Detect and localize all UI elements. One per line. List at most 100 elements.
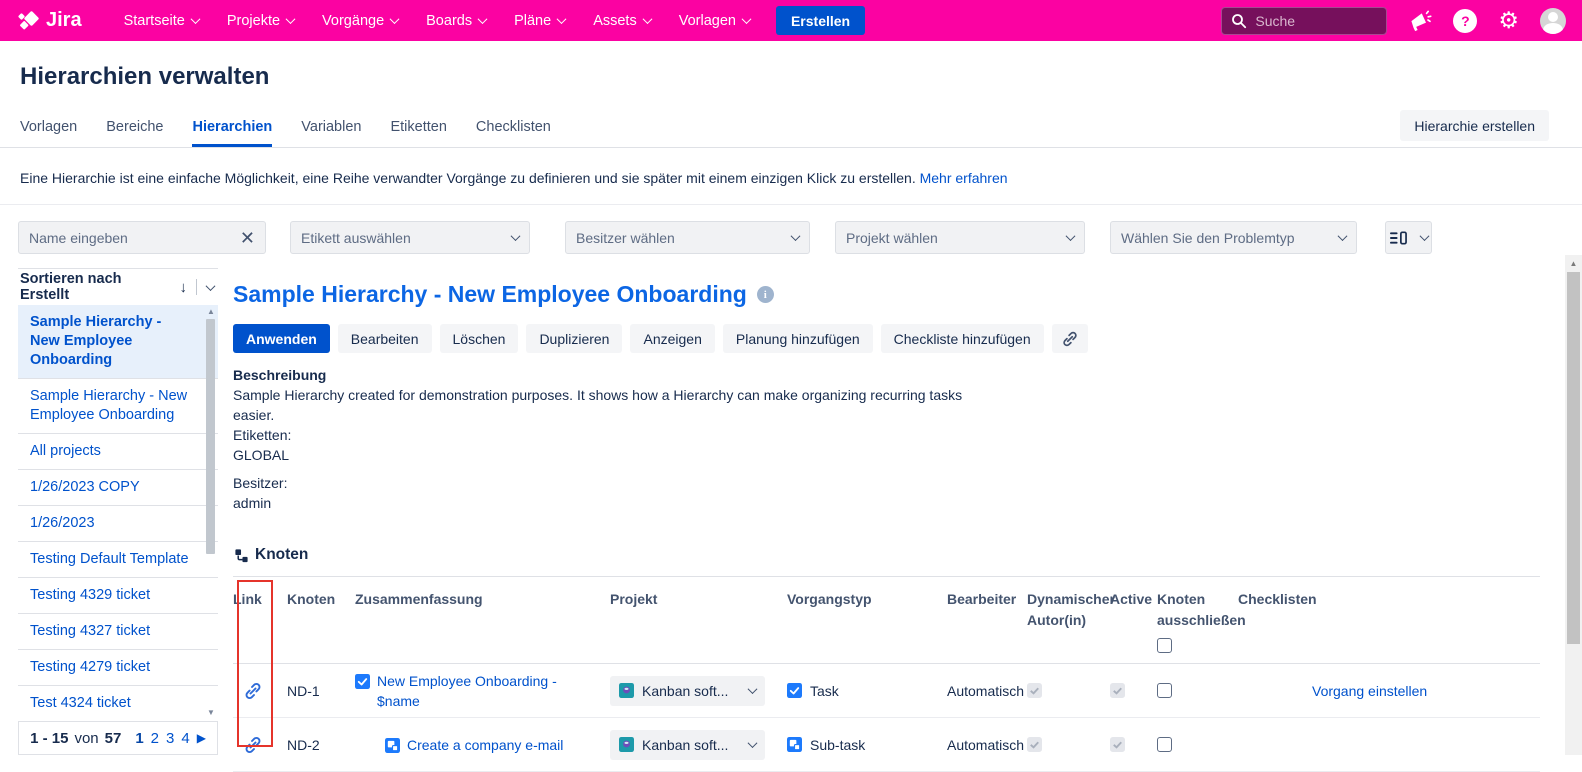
- label-filter-dropdown[interactable]: Etikett auswählen: [290, 221, 530, 254]
- tab-etiketten[interactable]: Etiketten: [390, 119, 446, 147]
- help-icon[interactable]: ?: [1453, 9, 1477, 33]
- assignee-cell: Automatisch: [947, 683, 1027, 699]
- project-select[interactable]: Kanban soft...: [610, 730, 765, 760]
- menu-boards[interactable]: Boards: [426, 13, 486, 29]
- page-4[interactable]: 4: [181, 730, 189, 747]
- scroll-up-icon[interactable]: ▲: [1565, 255, 1582, 268]
- main-menu: Startseite Projekte Vorgänge Boards Plän…: [124, 13, 750, 29]
- description-label: Beschreibung: [233, 365, 993, 385]
- list-item[interactable]: Testing 4329 ticket: [18, 578, 218, 614]
- list-item[interactable]: Testing 4279 ticket: [18, 650, 218, 686]
- list-item[interactable]: Testing 4327 ticket: [18, 614, 218, 650]
- list-item[interactable]: All projects: [18, 434, 218, 470]
- issuetype-label: Sub-task: [810, 737, 865, 753]
- issuetype-filter-dropdown[interactable]: Wählen Sie den Problemtyp: [1110, 221, 1357, 254]
- show-button[interactable]: Anzeigen: [630, 324, 714, 353]
- node-id: ND-2: [287, 737, 355, 753]
- add-planning-button[interactable]: Planung hinzufügen: [723, 324, 873, 353]
- page-1[interactable]: 1: [135, 730, 143, 747]
- project-filter-dropdown[interactable]: Projekt wählen: [835, 221, 1085, 254]
- menu-projekte[interactable]: Projekte: [227, 13, 294, 29]
- learn-more-link[interactable]: Mehr erfahren: [920, 170, 1008, 186]
- create-issue-button[interactable]: Erstellen: [776, 6, 865, 35]
- settings-gear-icon[interactable]: ⚙: [1498, 9, 1519, 32]
- checkbox-checked-disabled: [1110, 683, 1125, 698]
- chevron-down-icon: [791, 231, 801, 241]
- scrollbar-thumb[interactable]: [206, 319, 215, 554]
- col-vorgangstyp: Vorgangstyp: [787, 589, 947, 653]
- duplicate-button[interactable]: Duplizieren: [526, 324, 622, 353]
- chevron-down-icon[interactable]: [206, 281, 216, 291]
- apply-button[interactable]: Anwenden: [233, 324, 330, 353]
- exclude-checkbox[interactable]: [1157, 683, 1172, 698]
- link-icon: [1061, 330, 1079, 348]
- table-row: ND-2 Create a company e-mail Kanban soft…: [233, 718, 1540, 772]
- intro-divider: [0, 204, 1582, 205]
- menu-assets[interactable]: Assets: [593, 13, 651, 29]
- tab-hierarchien[interactable]: Hierarchien: [192, 119, 272, 147]
- add-checklist-button[interactable]: Checkliste hinzufügen: [881, 324, 1044, 353]
- exclude-all-checkbox[interactable]: [1157, 638, 1172, 653]
- copy-link-button[interactable]: [1052, 324, 1088, 353]
- sort-direction-icon[interactable]: ↓: [180, 279, 188, 296]
- node-summary-link[interactable]: New Employee Onboarding - $name: [377, 671, 582, 711]
- clear-icon[interactable]: ✕: [240, 229, 255, 247]
- list-item[interactable]: 1/26/2023: [18, 506, 218, 542]
- table-row: ND-1 New Employee Onboarding - $name Kan…: [233, 664, 1540, 718]
- page-3[interactable]: 3: [166, 730, 174, 747]
- global-search[interactable]: [1221, 7, 1387, 35]
- edit-button[interactable]: Bearbeiten: [338, 324, 432, 353]
- project-avatar-icon: [619, 737, 634, 752]
- next-page-icon[interactable]: ▶: [197, 731, 206, 745]
- name-filter-input[interactable]: ✕: [18, 221, 266, 254]
- create-hierarchy-button[interactable]: Hierarchie erstellen: [1400, 110, 1549, 141]
- chevron-down-icon: [1066, 231, 1076, 241]
- description-text: Sample Hierarchy created for demonstrati…: [233, 385, 993, 425]
- node-link-icon[interactable]: [233, 735, 287, 755]
- pagination-of: von: [74, 730, 98, 747]
- search-input[interactable]: [1255, 13, 1365, 29]
- list-item[interactable]: Test 4324 ticket: [18, 686, 218, 721]
- menu-startseite[interactable]: Startseite: [124, 13, 199, 29]
- sidebar-scrollbar[interactable]: ▲ ▼: [205, 307, 217, 717]
- project-select[interactable]: Kanban soft...: [610, 676, 765, 706]
- owner-filter-dropdown[interactable]: Besitzer wählen: [565, 221, 810, 254]
- menu-vorlagen[interactable]: Vorlagen: [679, 13, 750, 29]
- node-summary-link[interactable]: Create a company e-mail: [407, 735, 563, 755]
- tab-checklisten[interactable]: Checklisten: [476, 119, 551, 147]
- page-scrollbar[interactable]: ▲: [1565, 255, 1582, 755]
- tab-bereiche[interactable]: Bereiche: [106, 119, 163, 147]
- labels-label: Etiketten:: [233, 425, 993, 445]
- page-2[interactable]: 2: [151, 730, 159, 747]
- jira-logo-text: Jira: [46, 9, 82, 32]
- set-issue-link[interactable]: Vorgang einstellen: [1312, 683, 1427, 699]
- col-link: Link: [233, 589, 287, 653]
- tab-variablen[interactable]: Variablen: [301, 119, 361, 147]
- node-link-icon[interactable]: [233, 681, 287, 701]
- info-icon[interactable]: i: [757, 286, 774, 303]
- scroll-up-icon[interactable]: ▲: [205, 307, 217, 316]
- list-item[interactable]: Sample Hierarchy - New Employee Onboardi…: [18, 305, 218, 379]
- list-item[interactable]: 1/26/2023 COPY: [18, 470, 218, 506]
- jira-logo[interactable]: Jira: [16, 9, 82, 33]
- exclude-checkbox[interactable]: [1157, 737, 1172, 752]
- tab-vorlagen[interactable]: Vorlagen: [20, 119, 77, 147]
- list-item[interactable]: Testing Default Template: [18, 542, 218, 578]
- scrollbar-thumb[interactable]: [1567, 272, 1580, 644]
- scroll-down-icon[interactable]: ▼: [207, 708, 215, 717]
- user-avatar[interactable]: [1540, 8, 1566, 34]
- list-item[interactable]: Sample Hierarchy - New Employee Onboardi…: [18, 379, 218, 434]
- col-bearbeiter: Bearbeiter: [947, 589, 1027, 653]
- announcements-icon[interactable]: [1408, 9, 1432, 33]
- subtask-icon: [787, 737, 802, 752]
- col-projekt: Projekt: [610, 589, 787, 653]
- name-filter-field[interactable]: [29, 230, 240, 246]
- delete-button[interactable]: Löschen: [440, 324, 519, 353]
- subtask-icon: [385, 738, 400, 753]
- admin-tabs: Vorlagen Bereiche Hierarchien Variablen …: [20, 119, 551, 147]
- task-icon: [355, 674, 370, 689]
- menu-plaene[interactable]: Pläne: [514, 13, 565, 29]
- sort-control: Sortieren nach Erstellt ↓: [18, 268, 218, 305]
- menu-vorgaenge[interactable]: Vorgänge: [322, 13, 398, 29]
- view-columns-button[interactable]: [1385, 221, 1432, 254]
